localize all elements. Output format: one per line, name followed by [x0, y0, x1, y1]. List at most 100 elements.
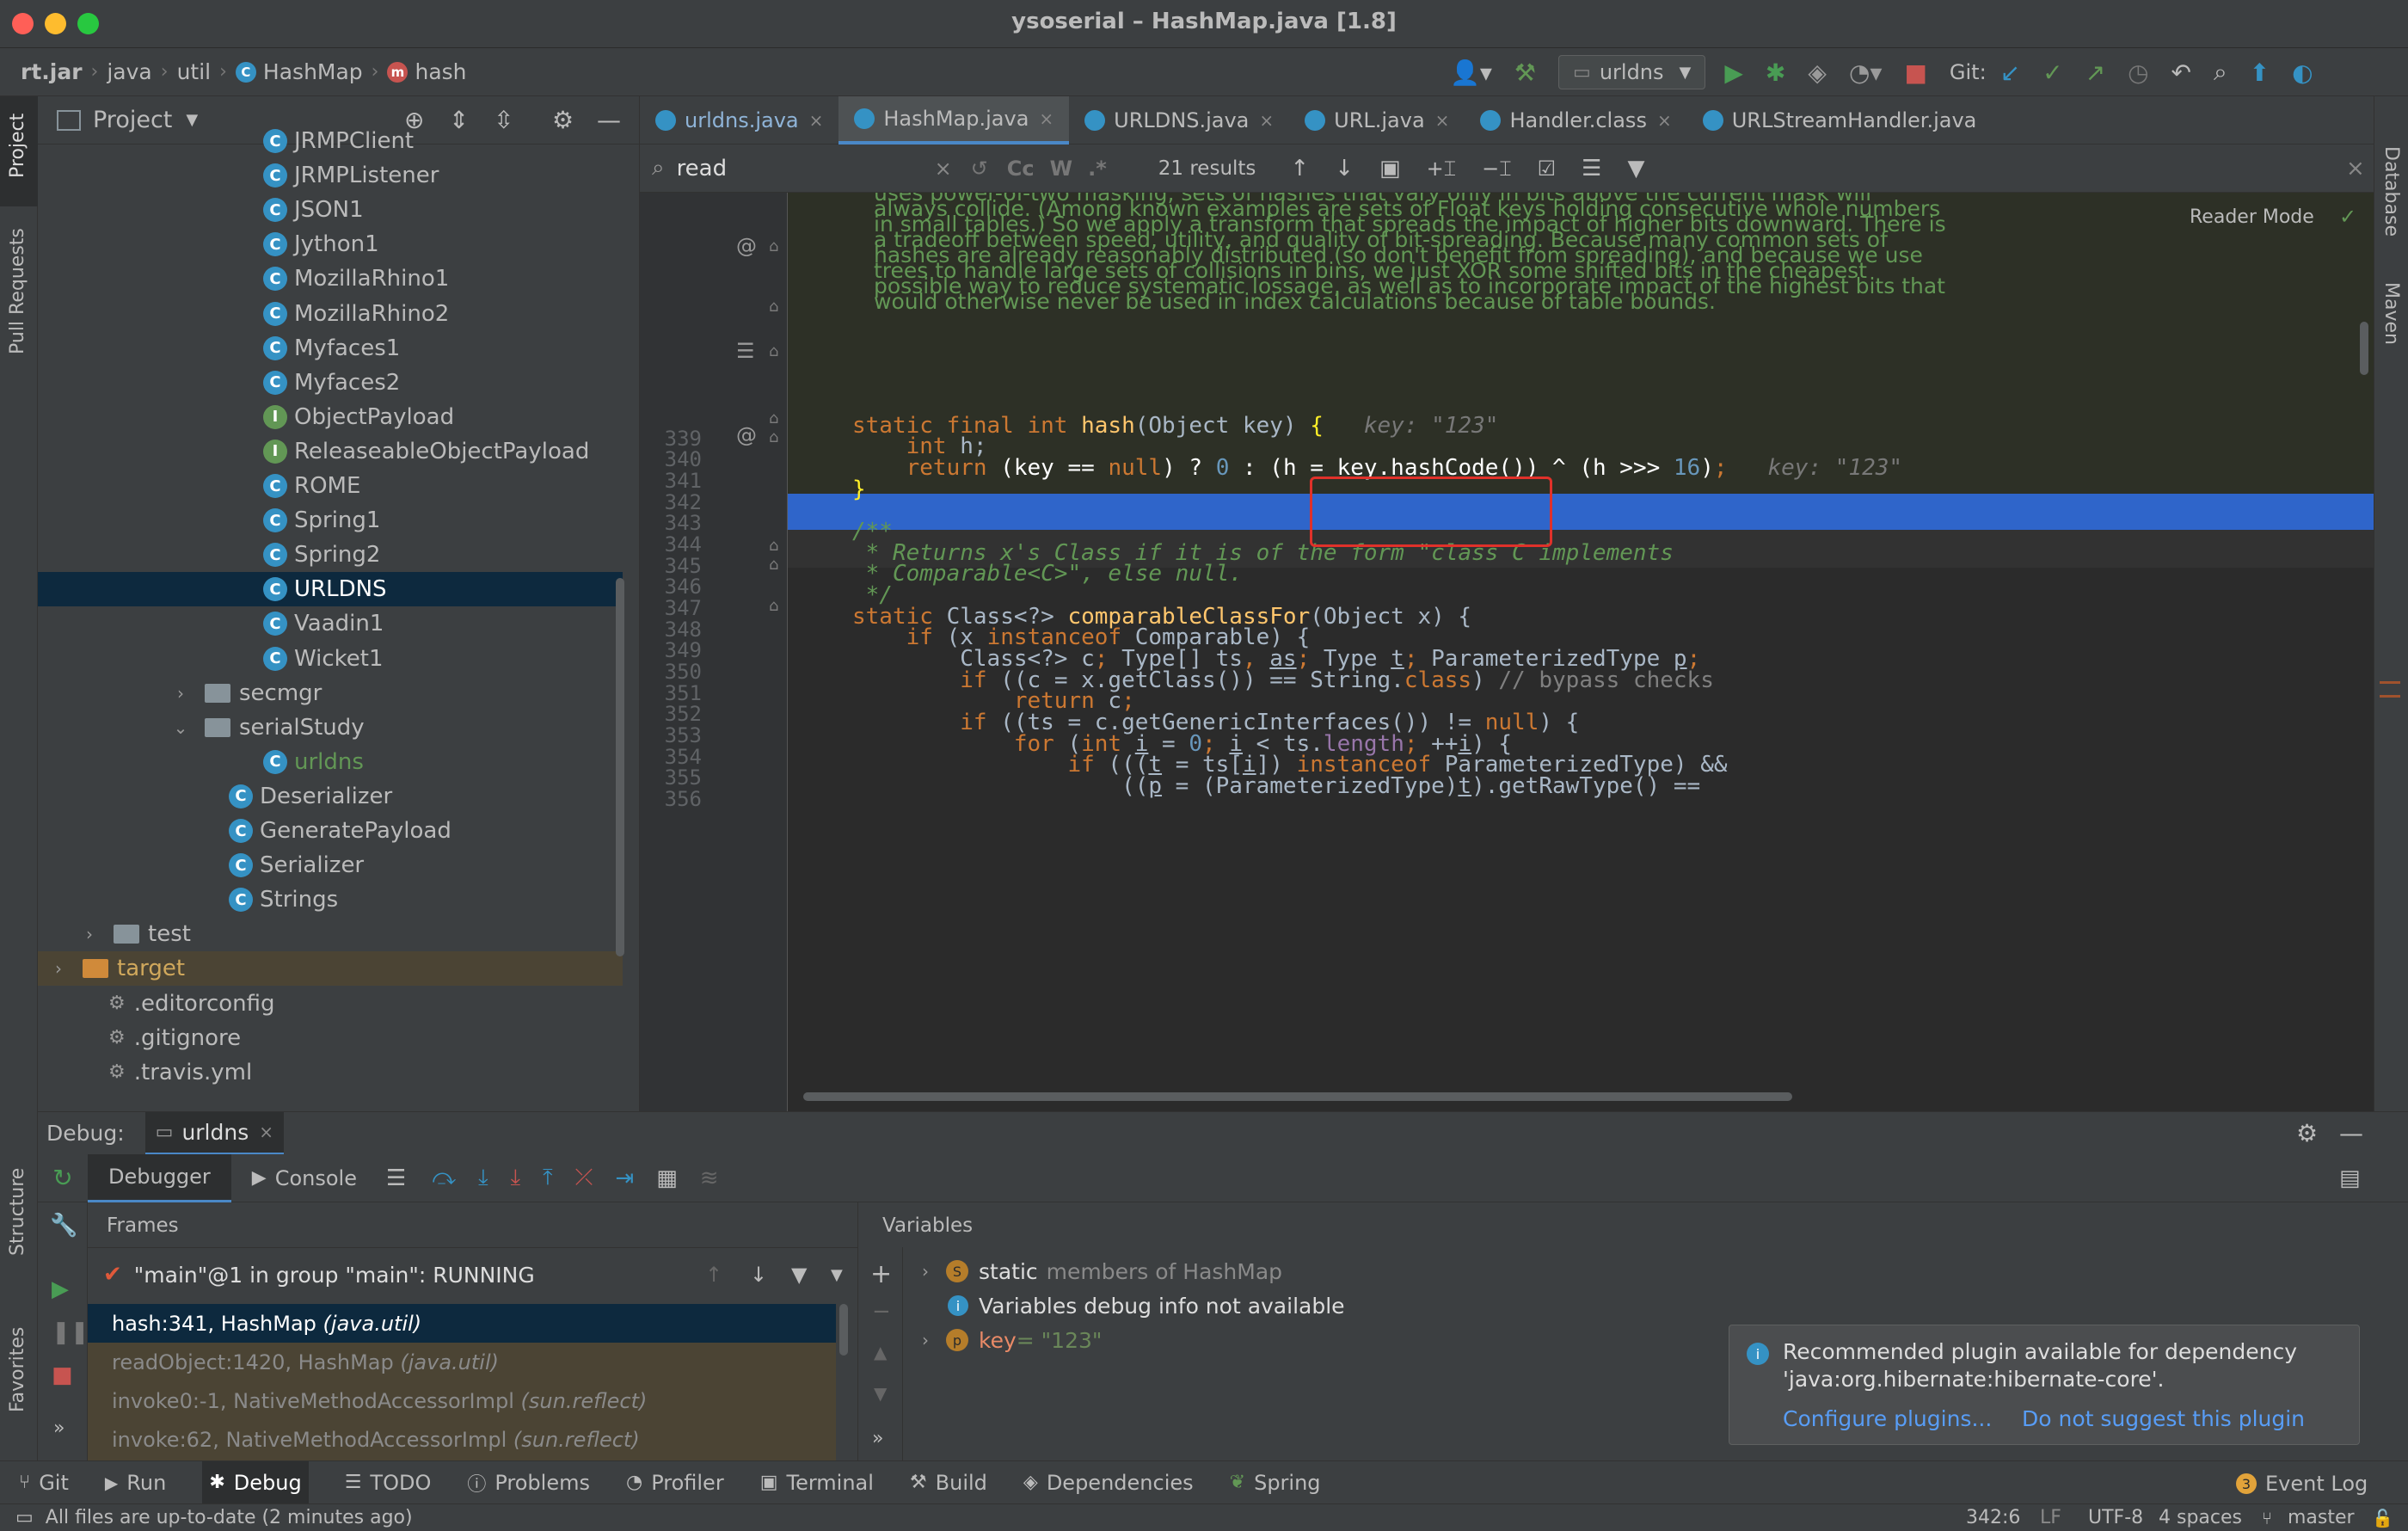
tree-item-vaadin1[interactable]: C Vaadin1: [263, 606, 384, 641]
close-icon[interactable]: ×: [1039, 108, 1054, 129]
tool-terminal[interactable]: ▣ Terminal: [760, 1471, 874, 1495]
fold-marker-icon[interactable]: ⌂: [769, 428, 778, 446]
tool-build[interactable]: ⚒ Build: [910, 1471, 987, 1495]
collapse-all-icon[interactable]: ⇳: [494, 106, 513, 134]
arrow-up-icon[interactable]: ↑: [1290, 156, 1309, 181]
resume-icon[interactable]: ▶: [52, 1276, 69, 1302]
fold-marker-icon[interactable]: ⌂: [769, 537, 778, 555]
tree-item-jrmpclient[interactable]: C JRMPClient: [263, 124, 414, 158]
project-title[interactable]: Project: [93, 107, 172, 133]
wrench-icon[interactable]: 🔧: [50, 1213, 77, 1239]
tool-problems[interactable]: ⓘ Problems: [467, 1469, 590, 1497]
rerun-icon[interactable]: ↻: [38, 1164, 88, 1192]
chevron-right-icon[interactable]: ›: [917, 1261, 934, 1282]
rendered-doc-toggle-icon[interactable]: ☰: [736, 339, 755, 363]
fold-marker-icon[interactable]: ⌂: [769, 556, 778, 574]
line-number[interactable]: 343: [640, 511, 702, 535]
stop-icon[interactable]: ■: [1904, 58, 1926, 87]
rollback-icon[interactable]: ↶: [2172, 58, 2191, 87]
run-icon[interactable]: ▶: [1724, 58, 1743, 87]
trace-icon[interactable]: ≋: [700, 1165, 719, 1191]
chevron-right-icon[interactable]: ›: [50, 958, 67, 979]
arrow-down-icon[interactable]: ↓: [750, 1263, 767, 1287]
expand-all-icon[interactable]: ⇕: [449, 106, 469, 134]
tree-item-travis-yml[interactable]: ⚙ .travis.yml: [108, 1055, 252, 1090]
clear-icon[interactable]: ×: [935, 157, 952, 181]
fold-marker-icon[interactable]: ⌂: [769, 409, 778, 427]
close-icon[interactable]: ×: [259, 1122, 273, 1142]
close-icon[interactable]: ×: [2346, 156, 2365, 181]
event-log-button[interactable]: 3 Event Log: [2236, 1472, 2368, 1496]
tree-item-json1[interactable]: C JSON1: [263, 193, 364, 227]
remove-selection-icon[interactable]: −⌶: [1482, 157, 1512, 181]
reader-mode-button[interactable]: Reader Mode: [2190, 206, 2314, 228]
tree-item-urldns[interactable]: Curldns: [263, 745, 364, 779]
select-all-icon[interactable]: ☑: [1538, 157, 1557, 181]
editor-gutter[interactable]: 339 340 341 342 343 344 345 346 347 348 349 350 351 3…: [640, 193, 788, 1111]
close-icon[interactable]: ×: [1259, 110, 1274, 131]
stripe-database[interactable]: Database: [2380, 146, 2402, 237]
step-out-icon[interactable]: ⤒: [543, 1165, 553, 1191]
stop-icon[interactable]: ■: [52, 1362, 73, 1388]
more-icon[interactable]: »: [53, 1417, 64, 1439]
frames-scrollbar[interactable]: [839, 1304, 848, 1356]
tree-scrollbar[interactable]: [616, 578, 624, 956]
stripe-favorites[interactable]: Favorites: [7, 1327, 28, 1412]
tree-item-rome[interactable]: C ROME: [263, 469, 360, 503]
filter-options-icon[interactable]: ☰: [1582, 156, 1601, 181]
breadcrumb-rt-jar[interactable]: rt.jar: [21, 59, 83, 84]
fold-marker-icon[interactable]: ⌂: [769, 237, 778, 255]
tab-console[interactable]: ▶ Console: [231, 1154, 378, 1202]
tree-item-serializer[interactable]: C Serializer: [229, 848, 364, 882]
override-gutter-icon[interactable]: @: [736, 423, 757, 447]
line-separator[interactable]: LF: [2040, 1507, 2061, 1528]
tree-item-editorconfig[interactable]: ⚙ .editorconfig: [108, 987, 275, 1021]
editor-vertical-scrollbar[interactable]: [2360, 322, 2368, 375]
tool-debug[interactable]: ✱ Debug: [202, 1460, 309, 1504]
tab-handler-class[interactable]: Handler.class ×: [1465, 96, 1686, 144]
git-commit-icon[interactable]: ✓: [2042, 58, 2062, 87]
breadcrumb-java[interactable]: java: [107, 59, 151, 84]
tree-item-gitignore[interactable]: ⚙ .gitignore: [108, 1021, 241, 1055]
fold-marker-icon[interactable]: ⌂: [769, 597, 778, 615]
tree-item-wicket1[interactable]: C Wicket1: [263, 642, 384, 676]
tree-item-spring2[interactable]: C Spring2: [263, 538, 380, 572]
line-number[interactable]: 353: [640, 723, 702, 747]
match-case-toggle[interactable]: Cc: [1007, 157, 1035, 181]
close-icon[interactable]: ×: [1435, 110, 1450, 131]
debug-session-tab[interactable]: ▭ urldns ×: [144, 1111, 285, 1155]
arrow-up-icon[interactable]: ↑: [705, 1263, 722, 1287]
code-editor[interactable]: 339 340 341 342 343 344 345 346 347 348 349 350 351 3…: [640, 193, 2374, 1111]
stack-frame[interactable]: readObject:1420, HashMap (java.util): [88, 1343, 836, 1381]
chevron-right-icon[interactable]: ›: [81, 924, 98, 944]
move-down-icon[interactable]: ▼: [874, 1383, 887, 1404]
stack-frame[interactable]: invoke0:-1, NativeMethodAccessorImpl (su…: [88, 1381, 836, 1420]
breadcrumb-hash[interactable]: hash: [415, 59, 466, 84]
code-line[interactable]: }: [852, 477, 866, 502]
pause-icon[interactable]: ❚❚: [52, 1319, 89, 1345]
remove-icon[interactable]: −: [872, 1299, 891, 1325]
chevron-right-icon[interactable]: ›: [172, 683, 189, 704]
tree-item-mozillarhino2[interactable]: C MozillaRhino2: [263, 297, 449, 331]
debug-bug-icon[interactable]: ✱: [1766, 58, 1785, 87]
layout-icon[interactable]: ▤: [2339, 1165, 2361, 1191]
user-icon[interactable]: 👤▾: [1450, 58, 1492, 87]
chevron-down-icon[interactable]: ▼: [186, 111, 198, 129]
line-number[interactable]: 349: [640, 638, 702, 662]
filter-icon[interactable]: ▼: [1627, 156, 1644, 181]
code-with-me-icon[interactable]: ◐: [2292, 58, 2313, 87]
tree-item-jython1[interactable]: C Jython1: [263, 227, 379, 261]
tree-item-target[interactable]: › target: [38, 951, 623, 987]
line-number[interactable]: 350: [640, 660, 702, 684]
history-icon[interactable]: ◷: [2128, 58, 2148, 87]
git-branch[interactable]: master: [2288, 1507, 2355, 1528]
line-number[interactable]: 340: [640, 447, 702, 471]
chevron-right-icon[interactable]: ›: [917, 1330, 934, 1350]
tree-item-objectpayload[interactable]: I ObjectPayload: [263, 400, 454, 434]
force-step-into-icon[interactable]: ⤓: [511, 1165, 521, 1191]
search-input[interactable]: read: [677, 156, 935, 181]
tree-item-test[interactable]: › test: [81, 917, 191, 951]
lock-icon[interactable]: 🔓: [2372, 1508, 2393, 1528]
breadcrumb-hashmap[interactable]: HashMap: [263, 59, 363, 84]
line-number[interactable]: 356: [640, 787, 702, 811]
